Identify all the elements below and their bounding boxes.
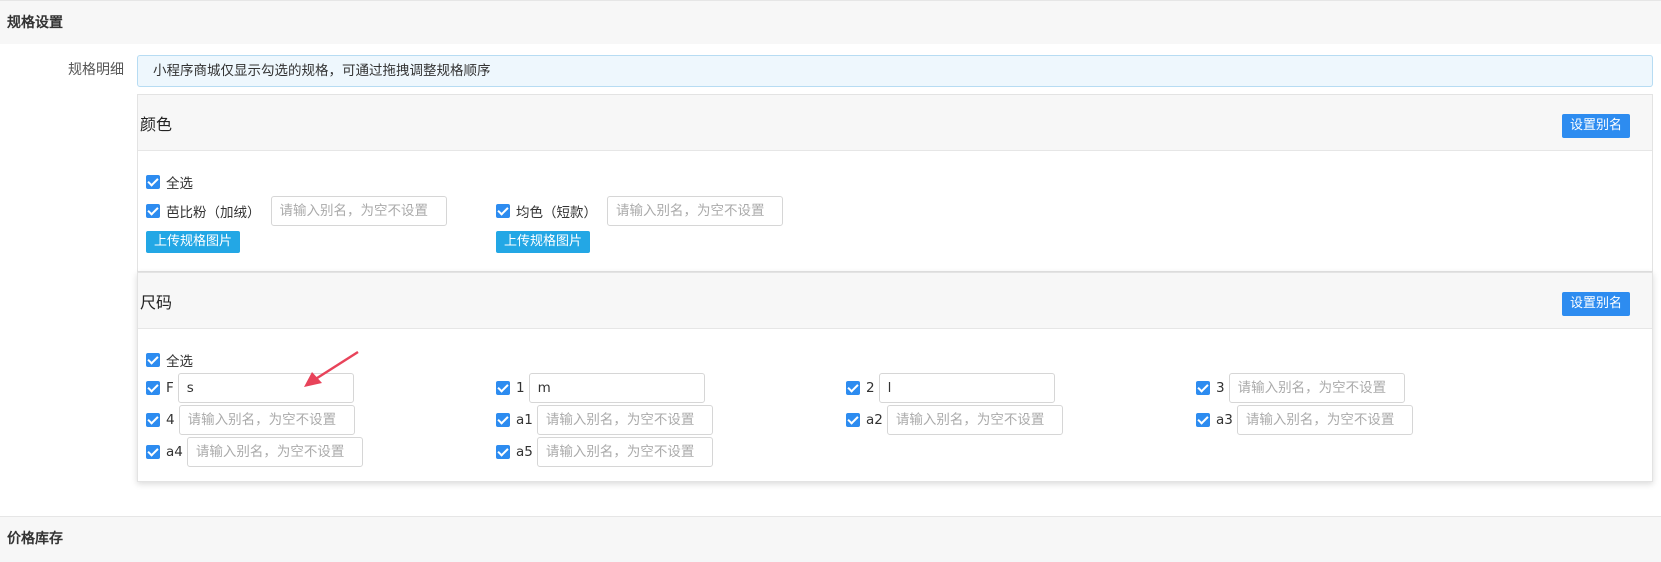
color-select-all[interactable]: 全选 <box>146 172 193 192</box>
size-select-all[interactable]: 全选 <box>146 350 193 370</box>
size-option-label: 1 <box>516 380 525 396</box>
checkbox-checked-icon[interactable] <box>146 413 160 427</box>
color-option-label: 均色（短款） <box>516 205 597 221</box>
checkbox-checked-icon[interactable] <box>146 445 160 459</box>
size-spec-panel: 尺码 设置别名 全选 F 1 2 3 4 a1 a2 <box>137 272 1653 482</box>
size-option-4: 4 <box>146 405 355 435</box>
alias-input[interactable] <box>886 405 1063 435</box>
alias-input[interactable] <box>270 196 447 226</box>
color-option-2: 均色（短款） <box>496 196 783 226</box>
alias-input[interactable] <box>878 373 1055 403</box>
checkbox-checked-icon[interactable] <box>496 445 510 459</box>
checkbox-checked-icon[interactable] <box>496 381 510 395</box>
color-spec-panel: 颜色 设置别名 全选 芭比粉（加绒） 上传规格图片 均色（短款） 上传规格图片 <box>137 94 1653 272</box>
checkbox-checked-icon[interactable] <box>846 413 860 427</box>
size-option-label: a5 <box>516 444 533 460</box>
checkbox-checked-icon[interactable] <box>1196 413 1210 427</box>
size-option-label: a1 <box>516 412 533 428</box>
alias-input[interactable] <box>536 437 713 467</box>
upload-spec-image-button[interactable]: 上传规格图片 <box>146 231 241 253</box>
color-panel-title: 颜色 <box>140 115 173 134</box>
alias-input[interactable] <box>528 373 705 403</box>
price-stock-header: 价格库存 <box>0 516 1661 560</box>
price-stock-title: 价格库存 <box>7 531 63 547</box>
alias-input[interactable] <box>536 405 713 435</box>
checkbox-checked-icon[interactable] <box>146 175 160 189</box>
checkbox-checked-icon[interactable] <box>496 413 510 427</box>
size-option-a1: a1 <box>496 405 713 435</box>
size-option-a3: a3 <box>1196 405 1413 435</box>
size-panel-title: 尺码 <box>140 293 173 312</box>
size-option-label: a2 <box>866 412 883 428</box>
alias-input[interactable] <box>607 196 783 226</box>
size-set-alias-button[interactable]: 设置别名 <box>1561 292 1630 316</box>
select-all-label: 全选 <box>166 176 193 192</box>
alias-input[interactable] <box>178 405 355 435</box>
spec-settings-header: 规格设置 <box>0 0 1661 44</box>
color-option-1: 芭比粉（加绒） <box>146 196 447 226</box>
spec-detail-label: 规格明细 <box>68 62 124 78</box>
annotation-arrow-icon <box>304 350 359 387</box>
size-option-1: 1 <box>496 373 705 403</box>
upload-spec-image-button[interactable]: 上传规格图片 <box>496 231 591 253</box>
alias-input[interactable] <box>1236 405 1413 435</box>
size-option-a2: a2 <box>846 405 1063 435</box>
size-option-label: 3 <box>1216 380 1225 396</box>
checkbox-checked-icon[interactable] <box>1196 381 1210 395</box>
select-all-label: 全选 <box>166 354 193 370</box>
size-option-label: 2 <box>866 380 875 396</box>
size-option-2: 2 <box>846 373 1055 403</box>
size-option-label: 4 <box>166 412 175 428</box>
checkbox-checked-icon[interactable] <box>496 204 510 218</box>
spec-notice: 小程序商城仅显示勾选的规格，可通过拖拽调整规格顺序 <box>137 55 1653 87</box>
size-option-label: a4 <box>166 444 183 460</box>
size-option-label: a3 <box>1216 412 1233 428</box>
alias-input[interactable] <box>1228 373 1405 403</box>
color-set-alias-button[interactable]: 设置别名 <box>1561 114 1630 138</box>
checkbox-checked-icon[interactable] <box>146 381 160 395</box>
size-option-a4: a4 <box>146 437 363 467</box>
checkbox-checked-icon[interactable] <box>846 381 860 395</box>
color-option-label: 芭比粉（加绒） <box>166 205 261 221</box>
color-panel-header[interactable]: 颜色 设置别名 <box>138 95 1652 151</box>
size-panel-header[interactable]: 尺码 设置别名 <box>138 273 1652 329</box>
size-option-label: F <box>166 380 174 396</box>
size-option-a5: a5 <box>496 437 713 467</box>
checkbox-checked-icon[interactable] <box>146 353 160 367</box>
alias-input[interactable] <box>186 437 363 467</box>
spec-settings-title: 规格设置 <box>7 15 63 31</box>
checkbox-checked-icon[interactable] <box>146 204 160 218</box>
size-option-3: 3 <box>1196 373 1405 403</box>
